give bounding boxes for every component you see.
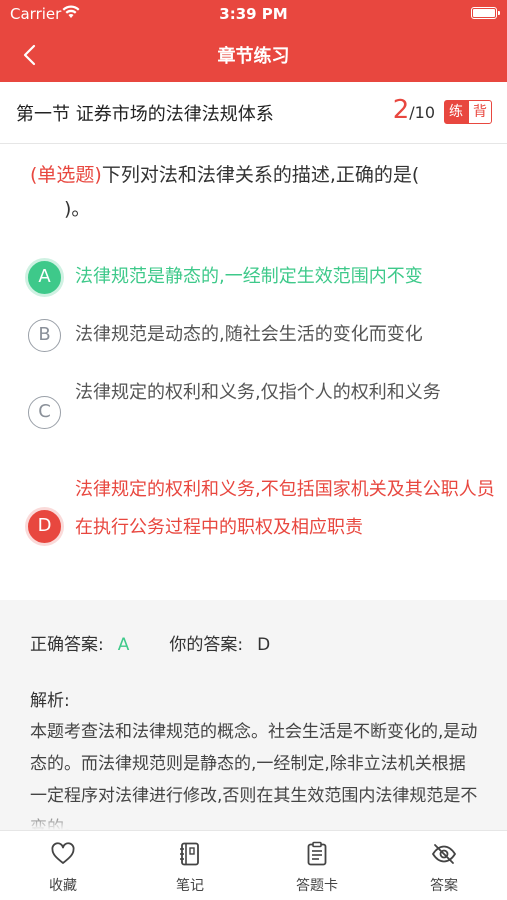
tab-favorite[interactable]: 收藏	[0, 831, 126, 900]
scroll-fade	[0, 810, 507, 830]
tab-answer-label: 答案	[430, 878, 458, 894]
analysis-title: 解析:	[30, 691, 70, 711]
status-bar: Carrier 3:39 PM	[0, 0, 507, 28]
option-c-badge: C	[28, 396, 61, 429]
battery-icon	[471, 7, 500, 19]
eye-off-icon	[431, 844, 457, 864]
option-d-text: 法律规定的权利和义务,不包括国家机关及其公职人员在执行公务过程中的职权及相应职责	[75, 479, 495, 538]
answer-card-icon	[307, 841, 327, 866]
tab-notes-label: 笔记	[176, 878, 204, 894]
tab-favorite-label: 收藏	[49, 878, 77, 894]
option-d[interactable]: D 法律规定的权利和义务,不包括国家机关及其公职人员在执行公务过程中的职权及相应…	[28, 471, 495, 585]
section-title: 第一节 证券市场的法律法规体系	[16, 104, 274, 125]
tab-answer-card[interactable]: 答题卡	[254, 831, 380, 900]
user-answer-value: D	[257, 635, 271, 655]
option-d-badge: D	[28, 510, 61, 543]
question-text-line2: )。	[64, 198, 91, 220]
answer-panel: 正确答案: A 你的答案: D 解析: 本题考查法和法律规范的概念。社会生活是不断变化…	[0, 600, 507, 830]
notebook-icon	[180, 842, 199, 866]
clock: 3:39 PM	[219, 5, 288, 23]
tab-notes[interactable]: 笔记	[127, 831, 253, 900]
heart-icon	[51, 842, 75, 864]
option-a-text: 法律规范是静态的,一经制定生效范围内不变	[75, 266, 423, 287]
question-type: (单选题)	[30, 164, 102, 186]
question-text-line1: 下列对法和法律关系的描述,正确的是(	[101, 164, 420, 186]
option-b-badge: B	[28, 319, 61, 352]
question-progress: 2/10	[393, 95, 435, 125]
answer-summary: 正确答案: A 你的答案: D	[30, 630, 270, 655]
option-a-badge: A	[28, 261, 61, 294]
section-bar: 第一节 证券市场的法律法规体系 2/10	[0, 82, 507, 144]
tab-answer-card-label: 答题卡	[296, 878, 338, 894]
question-stem: (单选题)下列对法和法律关系的描述,正确的是( )。	[30, 158, 492, 226]
bottom-tab-bar: 收藏 笔记 答题卡 答案	[0, 830, 507, 900]
user-answer-label: 你的答案:	[169, 635, 244, 655]
recite-mode-button[interactable]: 背	[468, 100, 492, 124]
total-questions: /10	[409, 103, 435, 122]
current-question-number: 2	[392, 95, 410, 125]
nav-bar: 章节练习	[0, 28, 507, 82]
option-b[interactable]: B 法律规范是动态的,随社会生活的变化而变化	[28, 316, 488, 354]
correct-answer-label: 正确答案:	[30, 635, 104, 655]
option-c-text: 法律规定的权利和义务,仅指个人的权利和义务	[75, 382, 441, 403]
page-title: 章节练习	[217, 46, 290, 67]
practice-mode-button[interactable]: 练	[444, 100, 468, 124]
correct-answer-value: A	[117, 635, 130, 655]
option-c[interactable]: C 法律规定的权利和义务,仅指个人的权利和义务	[28, 374, 488, 450]
tab-answer[interactable]: 答案	[381, 831, 507, 900]
header: Carrier 3:39 PM 章节练习	[0, 0, 507, 82]
option-a[interactable]: A 法律规范是静态的,一经制定生效范围内不变	[28, 258, 488, 296]
option-b-text: 法律规范是动态的,随社会生活的变化而变化	[75, 324, 423, 345]
